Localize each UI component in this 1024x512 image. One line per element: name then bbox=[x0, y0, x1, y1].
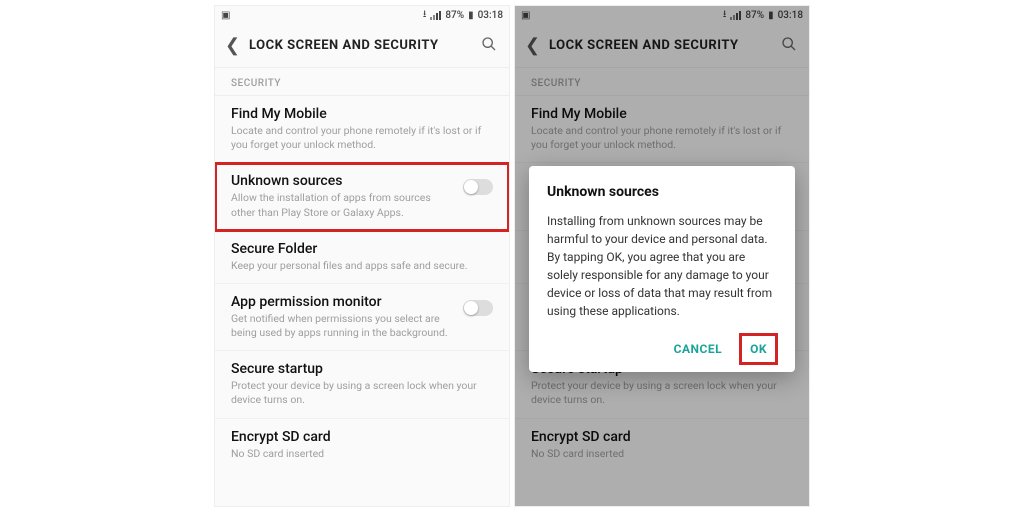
phone-left: 87% 03:18 ❮ LOCK SCREEN AND SECURITY SEC… bbox=[214, 5, 510, 507]
back-button[interactable]: ❮ bbox=[225, 37, 243, 55]
item-desc: Get notified when permissions you select… bbox=[231, 312, 453, 340]
item-title: Unknown sources bbox=[231, 173, 453, 189]
item-title: Find My Mobile bbox=[231, 106, 493, 122]
item-secure-folder[interactable]: Secure Folder Keep your personal files a… bbox=[215, 231, 509, 284]
section-header-security: SECURITY bbox=[215, 68, 509, 95]
item-find-my-mobile[interactable]: Find My Mobile Locate and control your p… bbox=[215, 96, 509, 163]
download-icon bbox=[423, 7, 427, 24]
item-title: Encrypt SD card bbox=[231, 429, 493, 445]
item-secure-startup[interactable]: Secure startup Protect your device by us… bbox=[215, 351, 509, 418]
item-title: Secure Folder bbox=[231, 241, 493, 257]
side-by-side-container: 87% 03:18 ❮ LOCK SCREEN AND SECURITY SEC… bbox=[214, 5, 810, 507]
signal-icon bbox=[430, 11, 441, 20]
page-title: LOCK SCREEN AND SECURITY bbox=[243, 38, 481, 53]
item-encrypt-sd[interactable]: Encrypt SD card No SD card inserted bbox=[215, 419, 509, 471]
item-desc: No SD card inserted bbox=[231, 447, 493, 461]
item-desc: Locate and control your phone remotely i… bbox=[231, 124, 493, 152]
item-desc: Keep your personal files and apps safe a… bbox=[231, 259, 493, 273]
item-desc: Protect your device by using a screen lo… bbox=[231, 379, 493, 407]
dialog-body: Installing from unknown sources may be h… bbox=[547, 212, 777, 320]
app-permission-toggle[interactable] bbox=[463, 300, 493, 316]
item-desc: Allow the installation of apps from sour… bbox=[231, 191, 453, 219]
dialog-actions: CANCEL OK bbox=[547, 334, 777, 364]
phone-right: 87% 03:18 ❮ LOCK SCREEN AND SECURITY SEC… bbox=[514, 5, 810, 507]
status-bar: 87% 03:18 bbox=[215, 6, 509, 24]
item-app-permission-monitor[interactable]: App permission monitor Get notified when… bbox=[215, 284, 509, 351]
item-title: Secure startup bbox=[231, 361, 493, 377]
search-icon[interactable] bbox=[481, 36, 499, 56]
battery-pct: 87% bbox=[445, 10, 464, 21]
item-unknown-sources[interactable]: Unknown sources Allow the installation o… bbox=[215, 163, 509, 230]
app-bar: ❮ LOCK SCREEN AND SECURITY bbox=[215, 24, 509, 68]
screenshot-icon bbox=[221, 10, 230, 21]
dialog-title: Unknown sources bbox=[547, 184, 777, 200]
cancel-button[interactable]: CANCEL bbox=[664, 334, 732, 364]
item-title: App permission monitor bbox=[231, 294, 453, 310]
battery-icon bbox=[468, 10, 474, 21]
clock: 03:18 bbox=[478, 10, 503, 21]
unknown-sources-dialog: Unknown sources Installing from unknown … bbox=[529, 166, 795, 372]
ok-button[interactable]: OK bbox=[740, 334, 777, 364]
unknown-sources-toggle[interactable] bbox=[463, 179, 493, 195]
